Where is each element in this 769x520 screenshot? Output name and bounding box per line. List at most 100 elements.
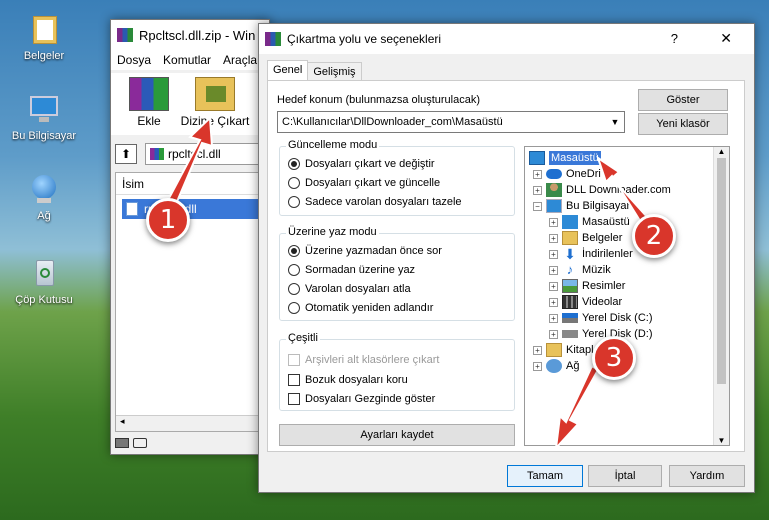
extract-dialog[interactable]: Çıkartma yolu ve seçenekleri ? ✕ Genel G… [258,23,755,493]
horizontal-scrollbar[interactable]: ◂ [116,415,268,431]
extract-to-button[interactable]: Dizine Çıkart [177,77,253,128]
expand-icon[interactable]: + [533,361,542,371]
user-icon [546,183,562,197]
music-note-icon: ♪ [566,262,574,277]
desktop-monitor-icon [529,151,545,165]
chevron-down-icon[interactable]: ▼ [606,117,624,127]
callout-1: 1 [146,198,190,242]
expand-icon[interactable]: + [533,185,542,195]
radio-freshen-existing[interactable]: Sadece varolan dosyaları tazele [288,193,462,211]
dialog-titlebar[interactable]: Çıkartma yolu ve seçenekleri ? ✕ [259,24,754,54]
tree-item-network[interactable]: + Ağ [533,358,579,374]
tree-item-this-pc[interactable]: − Bu Bilgisayar [533,198,630,214]
tree-item-desktop[interactable]: Masaüstü [529,150,601,166]
destination-label: Hedef konum (bulunmazsa oluşturulacak) [277,94,480,106]
menu-commands[interactable]: Komutlar [163,53,211,67]
radio-skip-existing[interactable]: Varolan dosyaları atla [288,280,411,298]
checkbox-extract-subfolders[interactable]: Arşivleri alt klasörlere çıkart [288,351,439,369]
computer-icon [546,199,562,213]
folder-tree[interactable]: Masaüstü + OneDri + DLL Downloader.com −… [524,146,730,446]
help-button[interactable]: ? [671,31,678,46]
network-icon [546,359,562,373]
key-icon [133,438,147,448]
file-row[interactable]: rpcltscl.dll [122,199,262,219]
add-button[interactable]: Ekle [119,77,179,128]
winrar-app-icon [265,32,281,46]
expand-icon[interactable]: + [533,169,542,179]
documents-icon [562,231,578,245]
desktop-monitor-icon [562,215,578,229]
collapse-icon[interactable]: − [533,201,542,211]
winrar-titlebar[interactable]: Rpcltscl.dll.zip - Win [111,20,269,50]
tree-item-downloads[interactable]: + ⬇ İndirilenler [549,246,633,262]
tree-item-music[interactable]: + ♪ Müzik [549,262,611,278]
save-settings-button[interactable]: Ayarları kaydet [279,424,515,446]
radio-unselected [288,196,300,208]
expand-icon[interactable]: + [533,345,542,355]
tree-item-documents[interactable]: + Belgeler [549,230,622,246]
tree-item-libraries[interactable]: + Kitapl [533,342,594,358]
menu-file[interactable]: Dosya [117,53,151,67]
expand-icon[interactable]: + [549,265,558,275]
winrar-toolbar: Ekle Dizine Çıkart [111,73,269,135]
download-arrow-icon: ⬇ [564,246,576,262]
column-header-name[interactable]: İsim [116,173,268,195]
drive-icon [562,330,578,338]
expand-icon[interactable]: + [549,297,558,307]
scroll-down-icon[interactable]: ▼ [714,436,729,445]
tab-general[interactable]: Genel [267,60,309,82]
expand-icon[interactable]: + [549,313,558,323]
desktop-icon-this-pc[interactable]: Bu Bilgisayar [0,92,88,142]
tree-item-pc-desktop[interactable]: + Masaüstü [549,214,630,230]
expand-icon[interactable]: + [549,281,558,291]
winrar-file-list[interactable]: İsim rpcltscl.dll ◂ [115,172,269,432]
drive-icon [562,313,578,323]
archive-small-icon [150,148,164,160]
destination-path-combo[interactable]: C:\Kullanıcılar\DllDownloader_com\Masaüs… [277,111,625,133]
misc-group: Çeşitli Arşivleri alt klasörlere çıkart … [279,332,515,411]
extract-folder-icon [195,77,235,111]
path-field[interactable]: rpcltscl.dll [145,143,269,165]
dialog-tabs: Genel Gelişmiş [267,60,362,82]
radio-overwrite-without-prompt[interactable]: Sormadan üzerine yaz [288,261,415,279]
tab-advanced[interactable]: Gelişmiş [308,62,362,82]
radio-selected [288,245,300,257]
tree-vertical-scrollbar[interactable]: ▲ ▼ [713,147,729,445]
ok-button[interactable]: Tamam [507,465,583,487]
tree-item-videos[interactable]: + Videolar [549,294,622,310]
help-dialog-button[interactable]: Yardım [669,465,745,487]
cancel-button[interactable]: İptal [588,465,662,487]
cloud-icon [546,169,562,179]
tree-item-pictures[interactable]: + Resimler [549,278,625,294]
library-icon [546,343,562,357]
desktop-icon-recycle-bin[interactable]: Çöp Kutusu [0,256,88,306]
tree-item-disk-c[interactable]: + Yerel Disk (C:) [549,310,653,326]
radio-ask-before-overwrite[interactable]: Üzerine yazmadan önce sor [288,242,442,260]
desktop-icon-documents[interactable]: Belgeler [0,12,88,62]
expand-icon[interactable]: + [549,329,558,339]
menu-tools[interactable]: Araçla [223,53,257,67]
tree-item-user[interactable]: + DLL Downloader.com [533,182,671,198]
show-button[interactable]: Göster [638,89,728,111]
expand-icon[interactable]: + [549,249,558,259]
checkbox-unchecked [288,374,300,386]
computer-icon [27,92,61,126]
scroll-up-icon[interactable]: ▲ [714,147,729,156]
new-folder-button[interactable]: Yeni klasör [638,113,728,135]
checkbox-unchecked [288,393,300,405]
expand-icon[interactable]: + [549,217,558,227]
radio-extract-update[interactable]: Dosyaları çıkart ve güncelle [288,174,440,192]
winrar-address-bar: ⬆ rpcltscl.dll [115,142,269,166]
desktop-icon-network[interactable]: Ağ [0,172,88,222]
expand-icon[interactable]: + [549,233,558,243]
close-icon[interactable]: ✕ [720,30,732,47]
folder-icon [27,12,61,46]
tree-item-onedrive[interactable]: + OneDri [533,166,601,182]
checkbox-keep-broken[interactable]: Bozuk dosyaları koru [288,371,408,389]
scrollbar-thumb[interactable] [717,158,726,384]
up-folder-button[interactable]: ⬆ [115,144,137,164]
radio-auto-rename[interactable]: Otomatik yeniden adlandır [288,299,433,317]
radio-extract-replace[interactable]: Dosyaları çıkart ve değiştir [288,155,435,173]
winrar-window[interactable]: Rpcltscl.dll.zip - Win Dosya Komutlar Ar… [110,19,270,455]
checkbox-show-in-explorer[interactable]: Dosyaları Gezginde göster [288,390,435,408]
